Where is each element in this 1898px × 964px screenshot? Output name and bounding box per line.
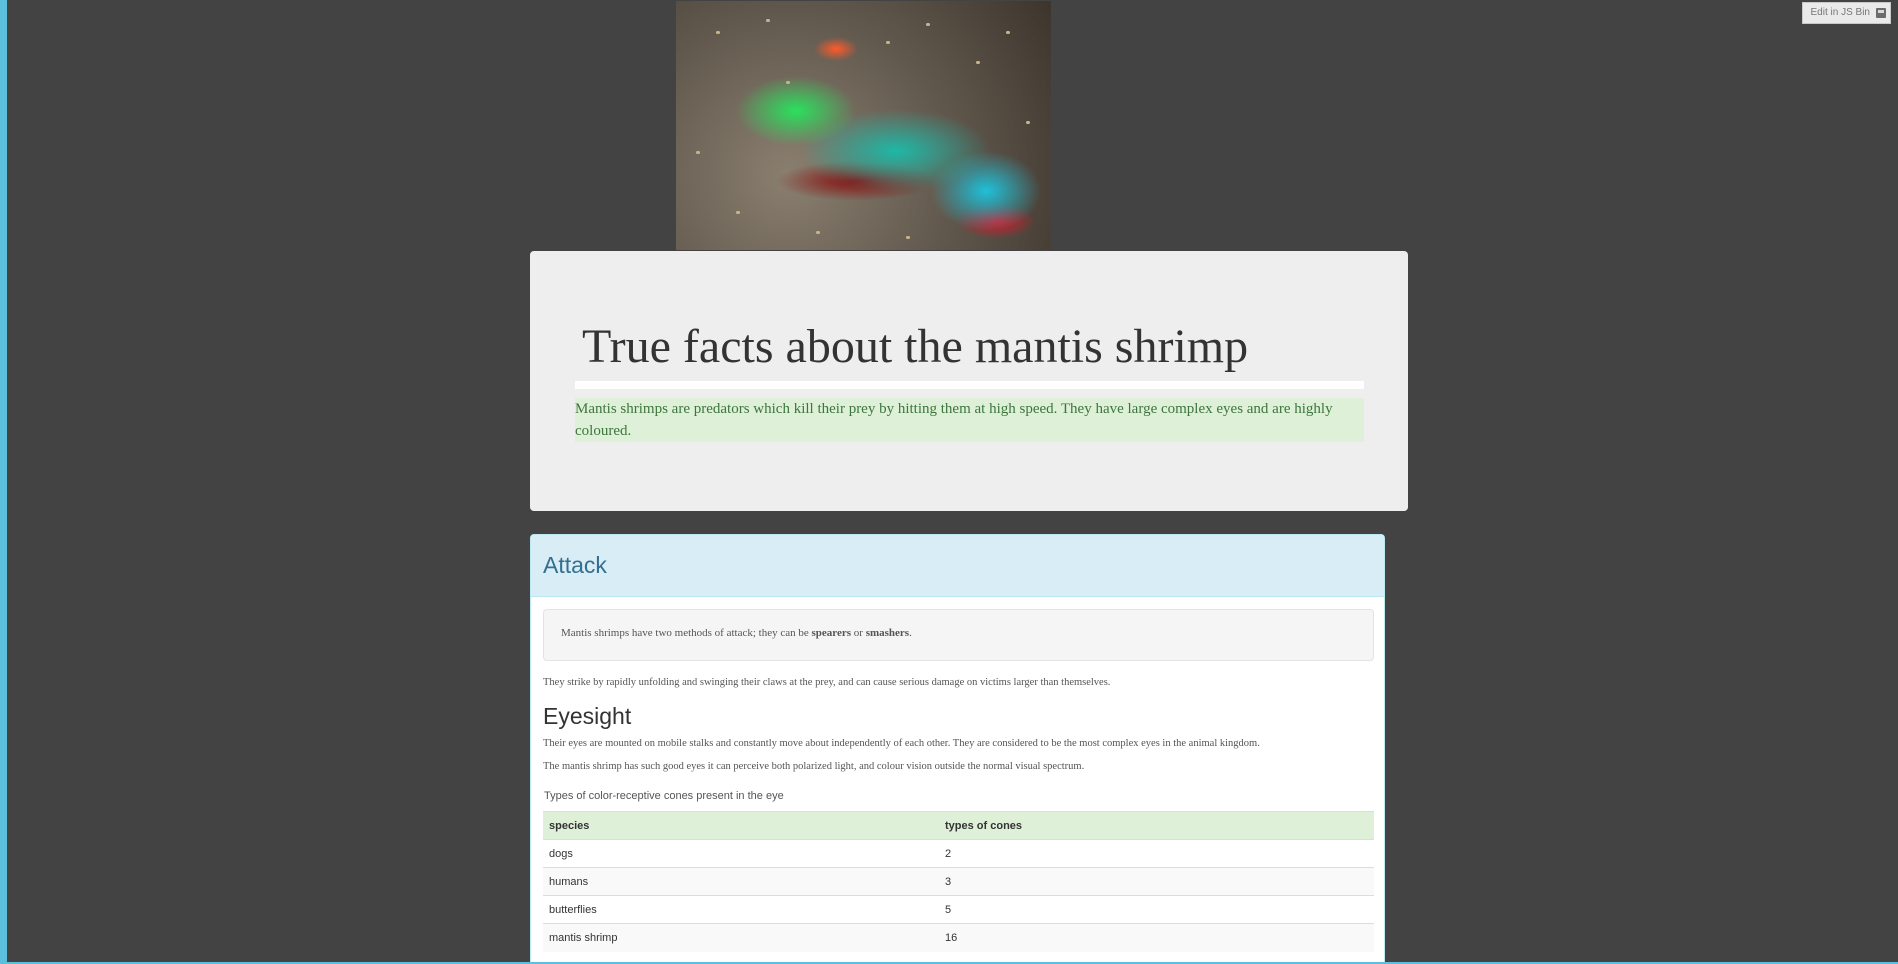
- table-row: mantis shrimp 16: [543, 923, 1374, 952]
- attack-methods-well: Mantis shrimps have two methods of attac…: [543, 609, 1374, 661]
- page-title: True facts about the mantis shrimp: [582, 320, 1249, 373]
- eyes-paragraph-1: Their eyes are mounted on mobile stalks …: [543, 738, 1260, 749]
- attack-panel: Attack Mantis shrimps have two methods o…: [530, 534, 1385, 962]
- table-row: dogs 2: [543, 839, 1374, 868]
- well-text-mid: or: [851, 627, 866, 639]
- cones-table: species types of cones dogs 2 humans 3 b…: [543, 811, 1374, 952]
- page-frame: Edit in JS Bin True facts about the mant…: [0, 0, 1898, 964]
- cones-cell: 3: [939, 867, 1374, 896]
- term-spearers: spearers: [811, 627, 852, 639]
- title-divider: [575, 381, 1364, 389]
- panel-heading: Attack: [531, 535, 1384, 597]
- table-row: humans 3: [543, 867, 1374, 896]
- strike-paragraph: They strike by rapidly unfolding and swi…: [543, 677, 1111, 688]
- eyesight-heading: Eyesight: [543, 703, 632, 729]
- well-text-prefix: Mantis shrimps have two methods of attac…: [561, 627, 812, 639]
- table-caption: Types of color-receptive cones present i…: [544, 790, 784, 802]
- table-row: butterflies 5: [543, 895, 1374, 924]
- edit-in-jsbin-link[interactable]: Edit in JS Bin: [1801, 2, 1891, 24]
- edit-in-jsbin-label: Edit in JS Bin: [1810, 7, 1870, 18]
- panel-title: Attack: [543, 552, 607, 578]
- lead-paragraph: Mantis shrimps are predators which kill …: [575, 398, 1364, 442]
- species-cell: dogs: [543, 839, 939, 868]
- cones-cell: 5: [939, 895, 1374, 924]
- term-smashers: smashers: [865, 627, 910, 639]
- column-header-species: species: [543, 811, 939, 840]
- species-cell: butterflies: [543, 895, 939, 924]
- eyes-paragraph-2: The mantis shrimp has such good eyes it …: [543, 761, 1085, 772]
- jsbin-icon: [1876, 8, 1886, 18]
- mantis-shrimp-image: [676, 1, 1051, 250]
- jumbotron: True facts about the mantis shrimp Manti…: [530, 251, 1408, 511]
- cones-cell: 2: [939, 839, 1374, 868]
- well-text-suffix: .: [909, 627, 912, 639]
- species-cell: humans: [543, 867, 939, 896]
- cones-cell: 16: [939, 923, 1374, 952]
- column-header-cones: types of cones: [939, 811, 1374, 840]
- table-header-row: species types of cones: [543, 811, 1374, 840]
- species-cell: mantis shrimp: [543, 923, 939, 952]
